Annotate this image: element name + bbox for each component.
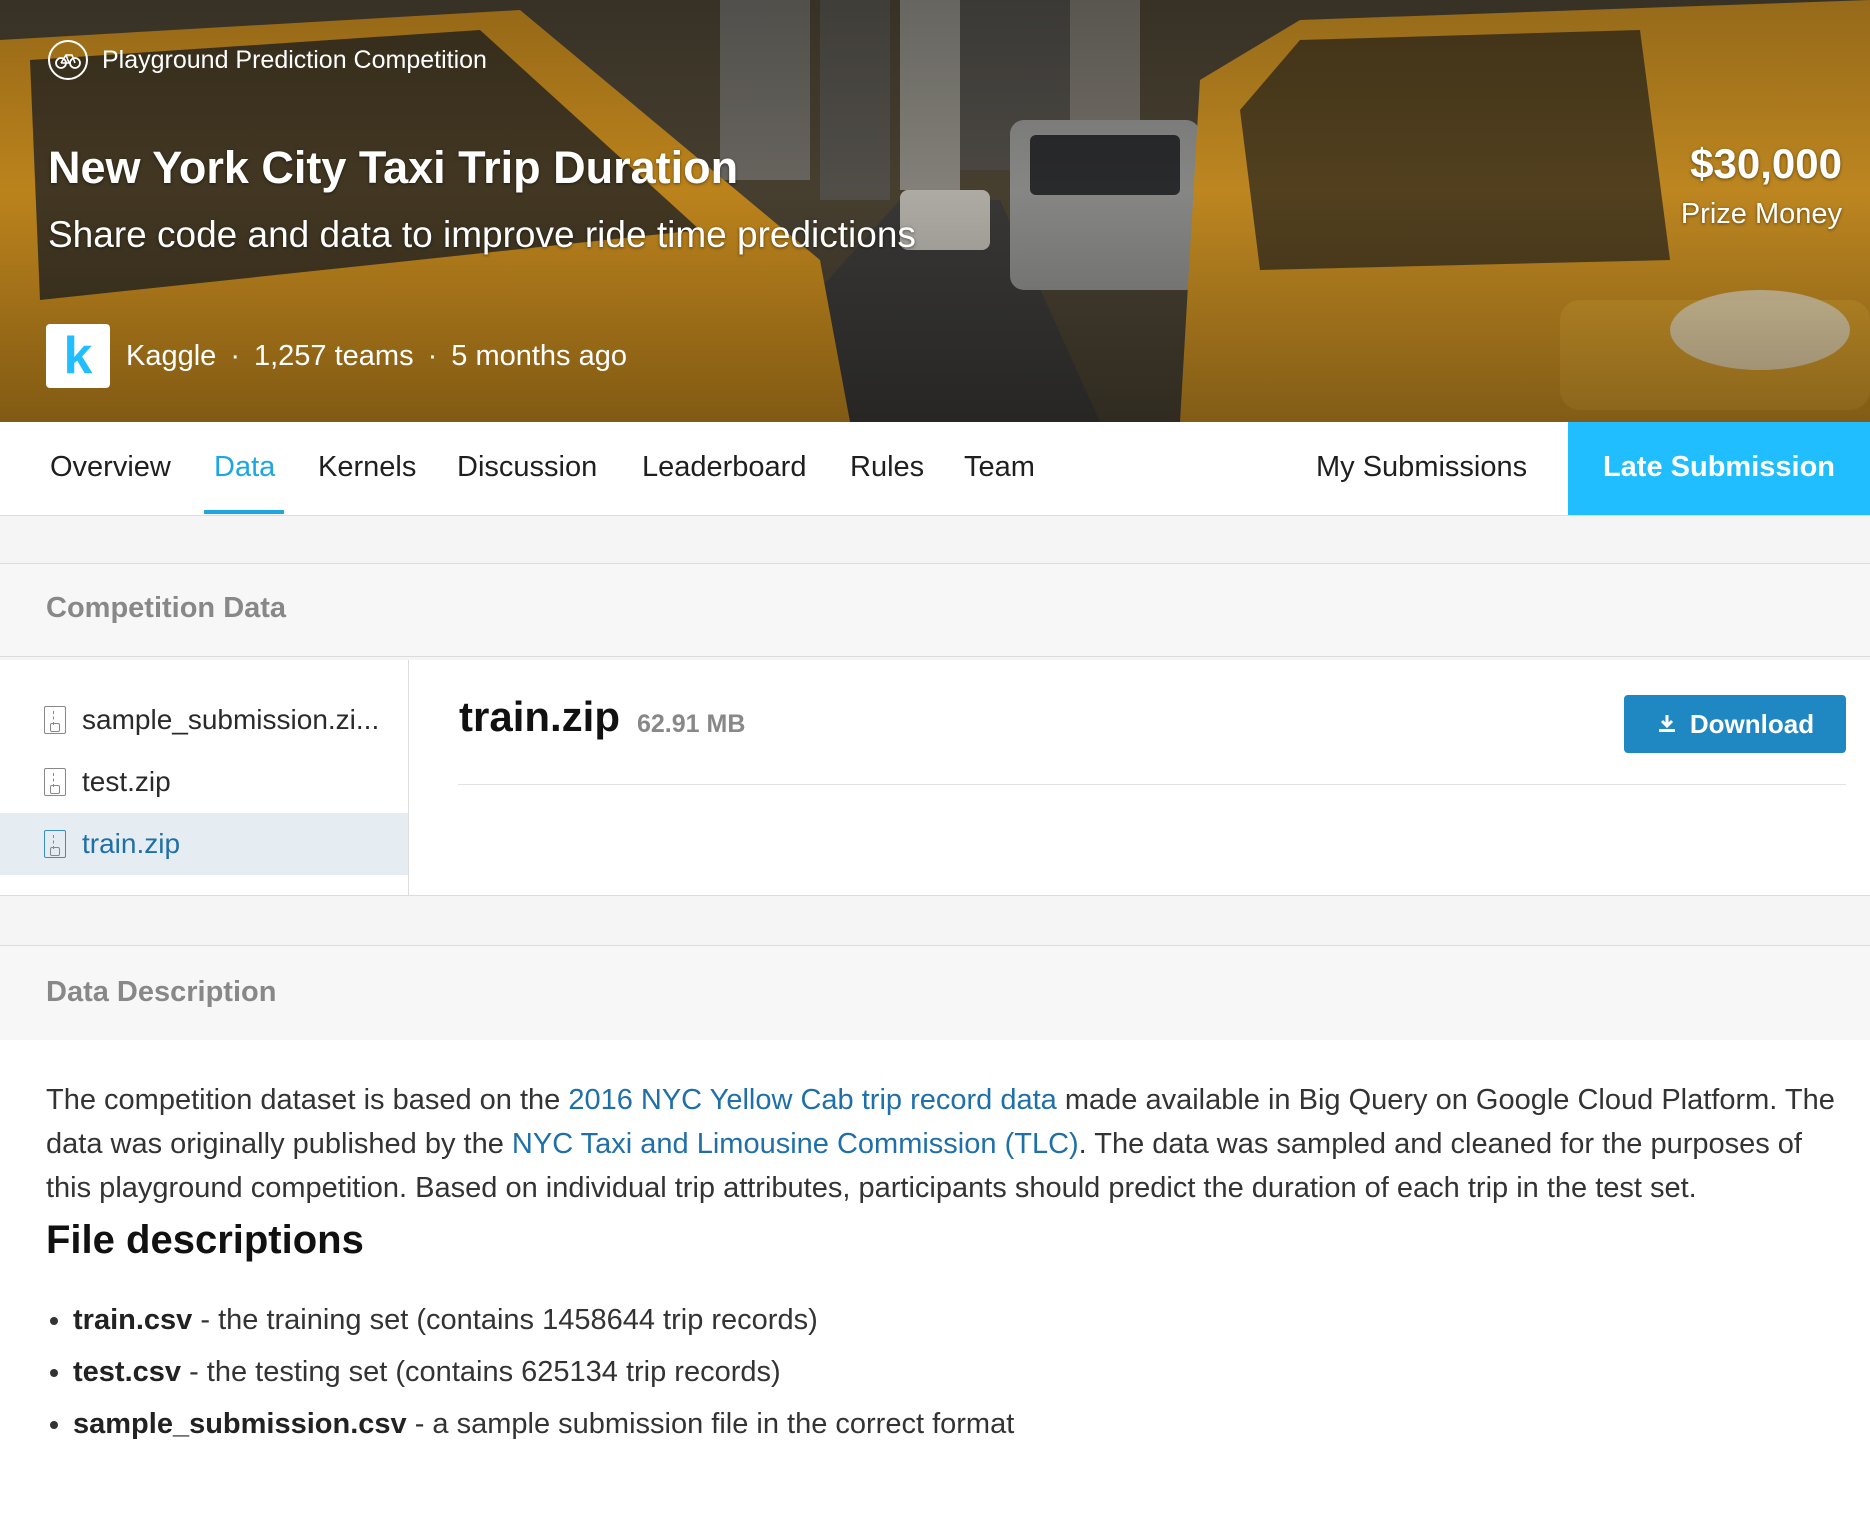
competition-tabs: Overview Data Kernels Discussion Leaderb… [0, 422, 1870, 516]
tab-discussion[interactable]: Discussion [457, 422, 597, 515]
meta-separator: · [230, 339, 240, 372]
file-name: train.csv [73, 1304, 193, 1336]
late-submission-button[interactable]: Late Submission [1568, 422, 1870, 515]
tlc-link[interactable]: NYC Taxi and Limousine Commission (TLC) [512, 1128, 1079, 1160]
file-descriptions-list: train.csv - the training set (contains 1… [46, 1294, 1014, 1450]
file-list: sample_submission.zi... test.zip train.z… [0, 660, 409, 895]
file-item-sample-submission[interactable]: sample_submission.zi... [0, 689, 408, 751]
my-submissions-link[interactable]: My Submissions [1316, 422, 1527, 515]
divider [458, 784, 1846, 785]
file-item-train[interactable]: train.zip [0, 813, 408, 875]
data-description-header: Data Description [0, 945, 1870, 1041]
file-item-test[interactable]: test.zip [0, 751, 408, 813]
competition-data-header: Competition Data [0, 563, 1870, 657]
competition-subtitle: Share code and data to improve ride time… [48, 214, 916, 255]
file-desc: - a sample submission file in the correc… [406, 1408, 1015, 1440]
file-name: sample_submission.csv [73, 1408, 407, 1440]
download-label: Download [1689, 708, 1815, 739]
competition-type: Playground Prediction Competition [48, 40, 487, 80]
competition-title: New York City Taxi Trip Duration [48, 142, 739, 193]
prize-amount: $30,000 [1690, 140, 1842, 187]
description-text: The competition dataset is based on the [46, 1084, 569, 1116]
meta-separator: · [427, 339, 438, 372]
list-item: test.csv - the testing set (contains 625… [73, 1346, 1014, 1398]
tab-kernels[interactable]: Kernels [318, 422, 416, 515]
selected-file-size: 62.91 MB [637, 710, 746, 738]
tab-rules[interactable]: Rules [850, 422, 924, 515]
data-description-body: The competition dataset is based on the … [0, 1040, 1870, 1536]
tab-overview[interactable]: Overview [50, 422, 171, 515]
teams-count[interactable]: 1,257 teams [254, 340, 414, 373]
tab-data[interactable]: Data [214, 422, 275, 515]
download-icon [1658, 715, 1675, 732]
zip-file-icon [44, 830, 66, 858]
nyc-yellow-cab-data-link[interactable]: 2016 NYC Yellow Cab trip record data [568, 1084, 1056, 1116]
competition-header: Playground Prediction Competition New Yo… [0, 0, 1870, 422]
prize-block: $30,000 Prize Money [1681, 140, 1842, 231]
competition-data-title: Competition Data [46, 592, 287, 624]
prize-label: Prize Money [1680, 198, 1842, 230]
download-button[interactable]: Download [1624, 695, 1846, 753]
tab-leaderboard[interactable]: Leaderboard [642, 422, 806, 515]
file-item-label: sample_submission.zi... [82, 704, 380, 735]
active-tab-indicator [204, 510, 284, 514]
list-item: sample_submission.csv - a sample submiss… [73, 1398, 1014, 1450]
file-name: test.csv [73, 1356, 182, 1388]
file-desc: - the training set (contains 1458644 tri… [192, 1304, 818, 1336]
tab-team[interactable]: Team [964, 422, 1035, 515]
data-description-title: Data Description [46, 976, 277, 1008]
file-browser: sample_submission.zi... test.zip train.z… [0, 660, 1870, 896]
file-item-label: train.zip [82, 828, 181, 859]
host-link[interactable]: Kaggle [126, 340, 216, 373]
selected-file-name: train.zip [459, 693, 621, 740]
competition-type-label: Playground Prediction Competition [102, 45, 487, 74]
competition-age: 5 months ago [451, 339, 627, 372]
kaggle-logo[interactable]: k [46, 324, 110, 388]
zip-file-icon [44, 768, 66, 796]
list-item: train.csv - the training set (contains 1… [73, 1294, 1014, 1346]
zip-file-icon [44, 706, 66, 734]
competition-meta: k Kaggle · 1,257 teams · 5 months ago [46, 324, 627, 388]
bicycle-icon [48, 40, 88, 80]
file-item-label: test.zip [82, 766, 171, 797]
file-desc: - the testing set (contains 625134 trip … [181, 1356, 781, 1388]
description-paragraph: The competition dataset is based on the … [46, 1078, 1836, 1210]
file-descriptions-heading: File descriptions [46, 1218, 364, 1262]
